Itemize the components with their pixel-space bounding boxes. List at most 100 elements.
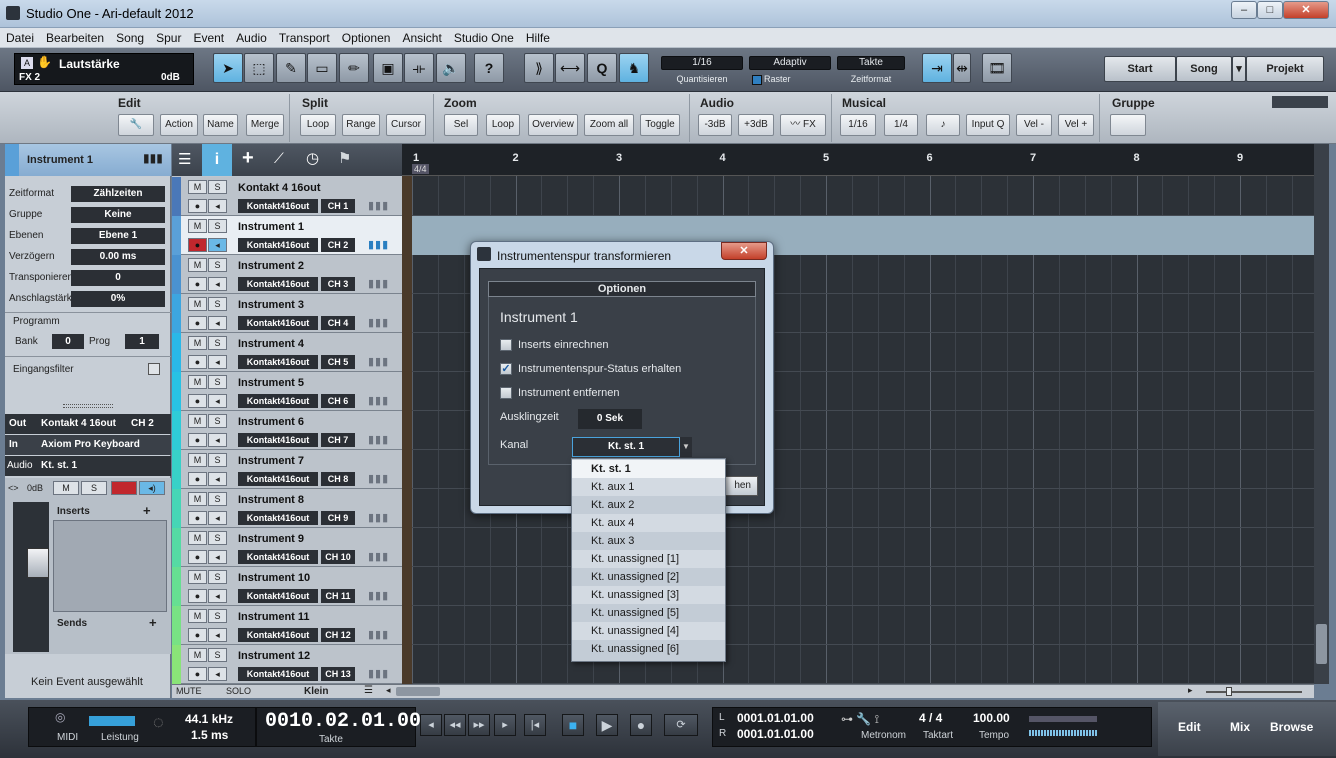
video-icon[interactable]: 🎞	[982, 53, 1012, 83]
kanal-option[interactable]: Kt. unassigned [1]	[572, 550, 725, 568]
rewind-start-icon[interactable]: ◂	[420, 714, 442, 736]
forward-end-icon[interactable]: ▸	[494, 714, 516, 736]
macro-velminus-button[interactable]: Vel -	[1016, 114, 1052, 136]
kanal-option[interactable]: Kt. aux 3	[572, 532, 725, 550]
track-name[interactable]: Instrument 4	[238, 338, 304, 350]
volume-fader-knob[interactable]	[27, 548, 49, 578]
track-mute-button[interactable]: M	[188, 648, 207, 662]
loop-display[interactable]: L R 0001.01.01.00 0001.01.01.00 ⊶ 🔧 ⟟ Me…	[712, 707, 1152, 747]
macro-zoom-loop-button[interactable]: Loop	[486, 114, 520, 136]
timeformat-value[interactable]: Takte	[837, 56, 905, 70]
return-zero-icon[interactable]: |◂	[524, 714, 546, 736]
macro-name-button[interactable]: Name	[203, 114, 238, 136]
kanal-option[interactable]: Kt. unassigned [6]	[572, 640, 725, 658]
track-name[interactable]: Instrument 5	[238, 377, 304, 389]
track-channel[interactable]: CH 9	[321, 511, 355, 525]
track-channel[interactable]: CH 5	[321, 355, 355, 369]
scroll-left-icon[interactable]: ◂	[386, 685, 391, 696]
bank-value[interactable]: 0	[52, 334, 84, 349]
track-mute-button[interactable]: M	[188, 375, 207, 389]
track-output[interactable]: Kontakt416out	[238, 355, 318, 369]
track-solo-button[interactable]: S	[208, 375, 227, 389]
ebenen-value[interactable]: Ebene 1	[71, 228, 165, 244]
track-name[interactable]: Instrument 11	[238, 611, 310, 623]
track-mute-button[interactable]: M	[188, 180, 207, 194]
track-monitor-button[interactable]: ◂	[208, 589, 227, 603]
track-name[interactable]: Kontakt 4 16out	[238, 182, 321, 194]
paint-tool-icon[interactable]: ✏	[339, 53, 369, 83]
sends-add-icon[interactable]: +	[149, 615, 157, 630]
track-mute-button[interactable]: M	[188, 570, 207, 584]
list-view-icon[interactable]: ☰	[178, 150, 191, 168]
macro-quarter-button[interactable]: 1/4	[884, 114, 918, 136]
track-monitor-button[interactable]: ◂	[208, 628, 227, 642]
mix-view-button[interactable]: Mix	[1230, 720, 1250, 734]
track-mute-button[interactable]: M	[188, 336, 207, 350]
timeline-ruler[interactable]: 4/4 1 2 3 4 5 6 7 8 9	[402, 144, 1314, 176]
stop-button[interactable]: ■	[562, 714, 584, 736]
wrench-icon[interactable]: 🔧	[118, 114, 154, 136]
kanal-option[interactable]: Kt. st. 1	[572, 460, 725, 478]
track-record-button[interactable]: ●	[188, 550, 207, 564]
track-output[interactable]: Kontakt416out	[238, 589, 318, 603]
track-channel[interactable]: CH 4	[321, 316, 355, 330]
track-row[interactable]: M S ● ◂ Instrument 3 Kontakt416out CH 4 ▮▮▮	[172, 294, 402, 333]
track-row[interactable]: M S ● ◂ Instrument 2 Kontakt416out CH 3 ▮▮▮	[172, 255, 402, 294]
maximize-button[interactable]: □	[1257, 1, 1283, 19]
track-solo-button[interactable]: S	[208, 609, 227, 623]
track-record-button[interactable]: ●	[188, 628, 207, 642]
track-channel[interactable]: CH 12	[321, 628, 355, 642]
track-output[interactable]: Kontakt416out	[238, 433, 318, 447]
horizontal-scroll-thumb[interactable]	[396, 687, 440, 696]
track-name[interactable]: Instrument 6	[238, 416, 304, 428]
track-row[interactable]: M S ● ◂ Instrument 4 Kontakt416out CH 5 ▮▮▮	[172, 333, 402, 372]
track-output[interactable]: Kontakt416out	[238, 316, 318, 330]
edit-view-button[interactable]: Edit	[1178, 720, 1201, 734]
track-channel[interactable]: CH 6	[321, 394, 355, 408]
left-locator[interactable]: 0001.01.01.00	[737, 711, 814, 725]
track-solo-button[interactable]: S	[208, 258, 227, 272]
track-record-button[interactable]: ●	[188, 355, 207, 369]
right-locator[interactable]: 0001.01.01.00	[737, 727, 814, 741]
note-icon[interactable]: ♪	[926, 114, 960, 136]
vertical-scroll-thumb[interactable]	[1316, 624, 1327, 664]
snap-icon[interactable]: ♞	[619, 53, 649, 83]
inspector-toggle-icon[interactable]: i	[202, 144, 232, 176]
menu-audio[interactable]: Audio	[230, 28, 273, 45]
menu-bearbeiten[interactable]: Bearbeiten	[40, 28, 110, 45]
macro-zoomall-button[interactable]: Zoom all	[584, 114, 634, 136]
track-record-button[interactable]: ●	[188, 277, 207, 291]
track-mute-button[interactable]: M	[188, 297, 207, 311]
track-monitor-button[interactable]: ◂	[208, 472, 227, 486]
track-mute-button[interactable]: M	[188, 492, 207, 506]
track-mute-button[interactable]: M	[188, 414, 207, 428]
anschlag-value[interactable]: 0%	[71, 291, 165, 307]
track-output[interactable]: Kontakt416out	[238, 667, 318, 681]
macro-merge-button[interactable]: Merge	[246, 114, 284, 136]
play-button[interactable]: ▶	[596, 714, 618, 736]
track-monitor-button[interactable]: ◂	[208, 238, 227, 252]
track-solo-button[interactable]: S	[208, 453, 227, 467]
strip-monitor-button[interactable]: ◂)	[139, 481, 165, 495]
pan-icon[interactable]: <>	[8, 483, 19, 493]
track-output[interactable]: Kontakt416out	[238, 472, 318, 486]
arrow-tool-icon[interactable]: ➤	[213, 53, 243, 83]
track-solo-button[interactable]: S	[208, 570, 227, 584]
follow-icon[interactable]: ⇥	[922, 53, 952, 83]
macro-sixteenth-button[interactable]: 1/16	[840, 114, 876, 136]
metronome-icon[interactable]: ⊶ 🔧 ⟟	[841, 712, 879, 727]
loop-button[interactable]: ⟳	[664, 714, 698, 736]
track-row[interactable]: M S ● ◂ Instrument 6 Kontakt416out CH 7 ▮▮▮	[172, 411, 402, 450]
menu-spur[interactable]: Spur	[150, 28, 187, 45]
track-record-button[interactable]: ●	[188, 589, 207, 603]
quantize-mid-icon[interactable]: ⟷	[555, 53, 585, 83]
track-name[interactable]: Instrument 7	[238, 455, 304, 467]
bend-tool-icon[interactable]: ⟛	[404, 53, 434, 83]
split-tool-icon[interactable]: ✎	[276, 53, 306, 83]
song-button[interactable]: Song	[1176, 56, 1232, 82]
start-page-button[interactable]: Start	[1104, 56, 1176, 82]
track-name[interactable]: Instrument 1	[238, 221, 304, 233]
snap-value[interactable]: Adaptiv	[749, 56, 831, 70]
transponieren-value[interactable]: 0	[71, 270, 165, 286]
track-row[interactable]: M S ● ◂ Instrument 8 Kontakt416out CH 9 ▮▮▮	[172, 489, 402, 528]
